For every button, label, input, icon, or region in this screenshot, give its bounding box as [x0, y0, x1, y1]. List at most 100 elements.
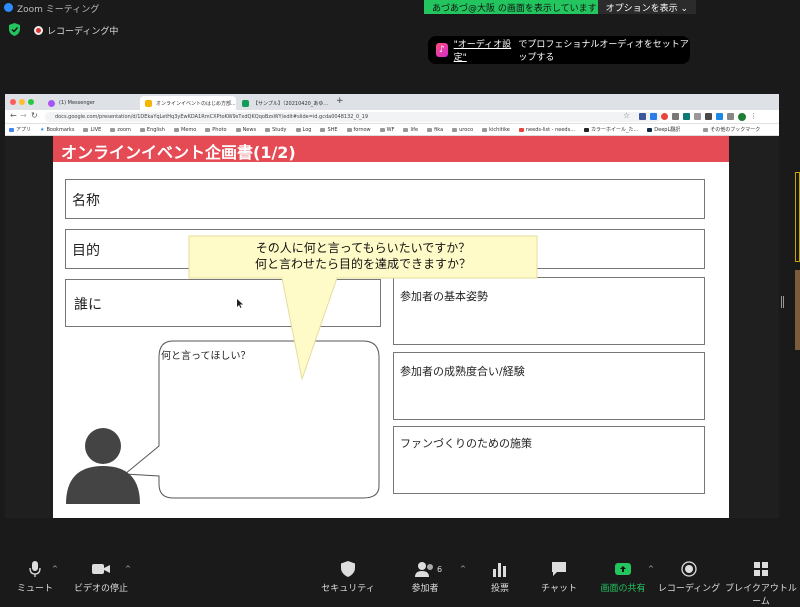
bookmark-item[interactable]: Log: [295, 127, 311, 133]
folder-icon: [403, 127, 409, 132]
bookmark-item[interactable]: needs-list - needs...: [518, 127, 575, 133]
audio-settings-link[interactable]: "オーディオ設定": [454, 37, 513, 63]
person-icon: [66, 428, 140, 504]
close-window-icon[interactable]: [10, 99, 16, 105]
extension-icon[interactable]: [705, 113, 712, 120]
deepl-icon: [647, 127, 653, 132]
presentation-slide: オンラインイベント企画書(1/2) 名称 目的 誰に 参加者の基本姿勢 参加者の…: [53, 136, 729, 518]
chat-button[interactable]: チャット: [524, 561, 594, 594]
bookmark-item[interactable]: kichitike: [482, 127, 510, 133]
bookmark-item[interactable]: zoom: [110, 127, 131, 133]
record-icon: [681, 561, 697, 577]
extension-icon[interactable]: [672, 113, 679, 120]
folder-icon: [235, 127, 241, 132]
video-camera-icon: [92, 564, 110, 574]
share-options-caret-icon[interactable]: ^: [648, 565, 654, 573]
folder-icon: [110, 127, 116, 132]
window-title: Zoom ミーティング: [17, 5, 100, 15]
chat-bubble-icon: [552, 562, 566, 576]
extension-icons: ⋮: [639, 113, 757, 121]
folder-icon: [703, 127, 709, 132]
bookmark-star-icon[interactable]: ☆: [623, 111, 630, 120]
music-note-icon: ♪: [436, 43, 448, 57]
new-tab-button[interactable]: +: [336, 96, 344, 106]
url-text: docs.google.com/presentation/d/1DEkaYqLe…: [55, 114, 369, 120]
bookmark-item[interactable]: fornow: [346, 127, 371, 133]
site-icon: [518, 127, 524, 132]
bookmark-item[interactable]: Study: [265, 127, 287, 133]
address-bar[interactable]: docs.google.com/presentation/d/1DEkaYqLe…: [45, 112, 661, 122]
security-button[interactable]: セキュリティ: [313, 561, 383, 594]
reload-icon[interactable]: ↻: [31, 111, 38, 120]
target-row-label: 誰に: [74, 297, 102, 313]
browser-tab-slides[interactable]: オンラインイベントのはじめ方部...: [140, 96, 236, 110]
shared-browser-window: (1) Messenger オンラインイベントのはじめ方部... 【サンプル】（…: [5, 94, 779, 518]
breakout-rooms-button[interactable]: ブレイクアウトルーム: [723, 561, 799, 607]
mute-button[interactable]: ミュート: [0, 561, 70, 594]
bar-chart-icon: [493, 563, 506, 577]
zoom-logo-icon: [4, 3, 13, 12]
audio-options-caret-icon[interactable]: ^: [52, 565, 58, 573]
extension-icon[interactable]: [650, 113, 657, 120]
star-icon: ★: [40, 126, 45, 133]
recording-indicator[interactable]: レコーディング中: [34, 24, 118, 37]
video-options-caret-icon[interactable]: ^: [125, 565, 131, 573]
bookmark-item[interactable]: DeepL翻訳: [647, 126, 680, 133]
share-screen-icon: [615, 563, 631, 575]
microphone-icon: [29, 561, 41, 577]
bookmark-item[interactable]: カラーホイール_た...: [583, 126, 638, 133]
folder-icon: [346, 127, 352, 132]
purpose-row-label: 目的: [72, 243, 100, 259]
bookmark-item[interactable]: SHE: [320, 127, 338, 133]
other-bookmarks[interactable]: その他のブックマーク: [703, 126, 760, 133]
browser-toolbar: ← → ↻ docs.google.com/presentation/d/1DE…: [5, 110, 779, 124]
security-shield-icon: [341, 561, 355, 577]
profile-avatar[interactable]: [738, 113, 746, 121]
name-row-label: 名称: [72, 193, 100, 209]
browser-tab-sheets[interactable]: 【サンプル】（20210420_あゆ...: [237, 96, 333, 110]
participant-video-strip[interactable]: [795, 172, 800, 262]
bookmark-item[interactable]: Photo: [205, 127, 227, 133]
audio-settings-notice: ♪ "オーディオ設定" でプロフェショナルオーディオをセットアップする: [428, 36, 690, 64]
extension-icon[interactable]: [716, 113, 723, 120]
forward-icon[interactable]: →: [20, 111, 27, 120]
bookmark-item[interactable]: News: [235, 127, 256, 133]
extension-icon[interactable]: [639, 113, 646, 120]
view-options-button[interactable]: オプションを表示 ⌄: [597, 0, 696, 14]
slide-viewport: オンラインイベント企画書(1/2) 名称 目的 誰に 参加者の基本姿勢 参加者の…: [5, 136, 779, 518]
bookmark-item[interactable]: LIVE: [83, 127, 101, 133]
bookmark-item[interactable]: ★ Bookmarks: [40, 127, 74, 133]
encryption-shield-icon[interactable]: [9, 23, 20, 36]
record-button[interactable]: レコーディング: [654, 561, 724, 594]
bookmark-item[interactable]: WF: [379, 127, 394, 133]
back-icon[interactable]: ←: [10, 111, 17, 120]
participants-button[interactable]: 参加者: [390, 561, 460, 594]
callout-line-1: その人に何と言ってもらいたいですか？: [255, 241, 471, 255]
extension-icon[interactable]: [661, 113, 668, 120]
extension-icon[interactable]: [694, 113, 701, 120]
extension-icon[interactable]: [727, 113, 734, 120]
folder-icon: [295, 127, 301, 132]
sharing-status-text: あづあづ@大阪 の画面を表示しています: [424, 0, 598, 14]
minimize-window-icon[interactable]: [19, 99, 25, 105]
maximize-window-icon[interactable]: [28, 99, 34, 105]
share-banner: あづあづ@大阪 の画面を表示しています オプションを表示 ⌄: [424, 0, 696, 14]
menu-dots-icon[interactable]: ⋮: [750, 113, 757, 121]
extension-icon[interactable]: [683, 113, 690, 120]
bookmark-item[interactable]: fika: [427, 127, 443, 133]
bookmark-item[interactable]: Memo: [173, 127, 196, 133]
messenger-icon: [48, 100, 55, 107]
resize-handle[interactable]: [781, 296, 784, 308]
folder-icon: [139, 127, 145, 132]
bookmark-item[interactable]: English: [139, 127, 165, 133]
participant-video-strip[interactable]: [795, 270, 800, 350]
folder-icon: [265, 127, 271, 132]
bookmark-item[interactable]: life: [403, 127, 418, 133]
bookmark-item[interactable]: アプリ: [9, 126, 31, 133]
record-dot-icon: [34, 26, 43, 35]
name-row-box: 名称: [65, 179, 705, 219]
right-box-fan-building-label: ファンづくりのための施策: [400, 437, 532, 450]
recording-label: レコーディング中: [47, 27, 119, 37]
bookmark-item[interactable]: uroco: [452, 127, 473, 133]
browser-tab-messenger[interactable]: (1) Messenger: [43, 96, 139, 110]
